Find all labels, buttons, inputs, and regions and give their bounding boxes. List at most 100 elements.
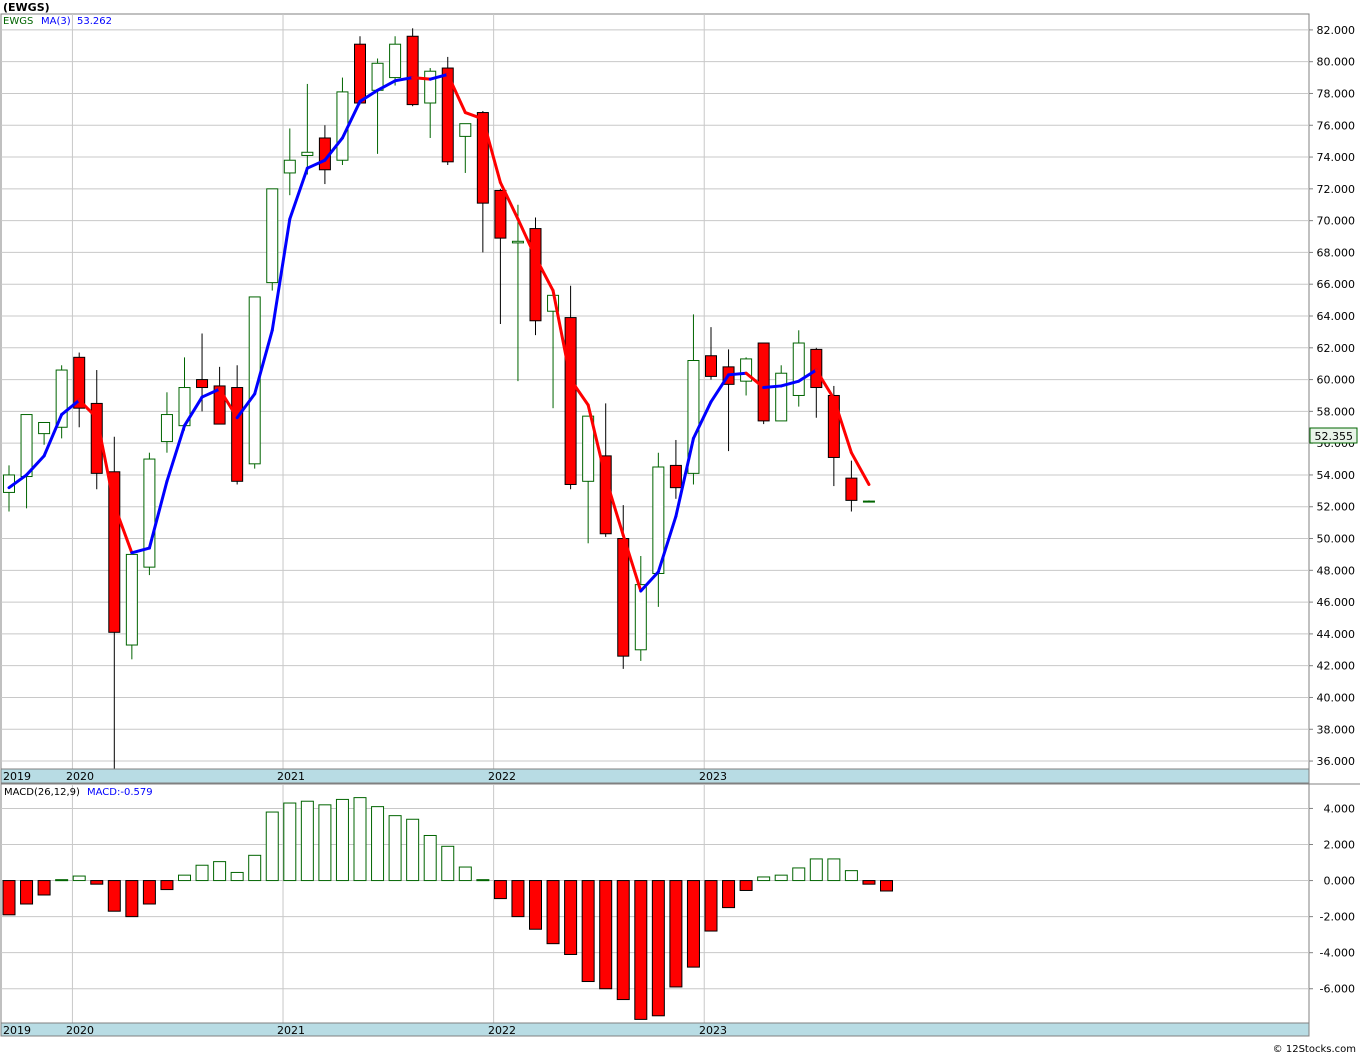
price-y-tick-label: 46.000 (1317, 596, 1356, 609)
macd-bar-positive (318, 804, 332, 882)
macd-bar-negative (546, 880, 560, 945)
price-y-tick-label: 44.000 (1317, 628, 1356, 641)
candle-body-down (529, 228, 542, 322)
candle-body-down (564, 317, 577, 485)
candle-body-down (705, 355, 717, 377)
candle-body-up (143, 458, 156, 568)
macd-bar-positive (213, 861, 227, 882)
price-y-tick-label: 78.000 (1317, 87, 1356, 100)
macd-bar-negative (669, 880, 683, 988)
chart-title: (EWGS) (3, 1, 50, 14)
candle-body-down (757, 342, 770, 422)
macd-bar-positive (335, 798, 349, 882)
macd-legend-label: MACD(26,12,9) (4, 787, 80, 798)
price-time-label: 2019 (3, 770, 31, 783)
price-time-label: 2021 (277, 770, 305, 783)
macd-bar-positive (774, 874, 788, 882)
macd-bar-positive (195, 864, 209, 882)
price-y-tick-label: 80.000 (1317, 56, 1356, 69)
macd-bar-positive (72, 875, 86, 882)
candle-body-up (38, 421, 51, 435)
price-y-tick-label: 74.000 (1317, 151, 1356, 164)
macd-y-tick-label: 4.000 (1324, 802, 1356, 815)
price-y-tick-label: 82.000 (1317, 24, 1356, 37)
macd-bar-negative (599, 880, 613, 990)
candle-body-up (371, 62, 384, 91)
macd-y-tick-label: 2.000 (1324, 839, 1356, 852)
macd-y-tick-label: 0.000 (1324, 875, 1356, 888)
macd-bar-negative (581, 880, 595, 983)
candle-body-up (266, 188, 279, 284)
price-y-tick-label: 42.000 (1317, 660, 1356, 673)
macd-y-tick-label: -4.000 (1320, 947, 1355, 960)
candle-body-up (634, 584, 647, 651)
macd-bar-positive (248, 854, 262, 882)
candle-body-down (476, 112, 489, 204)
macd-bar-negative (704, 880, 718, 932)
symbol-legend: EWGS (3, 16, 33, 27)
candle-body-down (494, 189, 507, 239)
stock-chart: 36.000 38.000 40.000 42.000 44.000 46.000 48.0… (0, 0, 1360, 1056)
price-y-tick-label: 58.000 (1317, 405, 1356, 418)
macd-bar-positive (441, 845, 455, 882)
macd-bar-negative (511, 880, 525, 918)
macd-bar-positive (827, 858, 841, 882)
macd-bar-positive (757, 876, 771, 882)
macd-bar-negative (529, 880, 542, 930)
ma-segment (762, 384, 783, 390)
macd-bar-positive (388, 815, 402, 882)
price-y-tick-label: 50.000 (1317, 533, 1356, 546)
macd-bar-positive (178, 874, 191, 882)
candle-body-down (406, 35, 419, 106)
price-y-tick-label: 52.000 (1317, 501, 1356, 514)
price-y-tick-label: 76.000 (1317, 119, 1356, 132)
ma-legend-value: 53.262 (77, 16, 112, 27)
macd-bar-positive (265, 811, 279, 882)
macd-bar-positive (300, 800, 314, 882)
macd-bar-negative (686, 880, 700, 968)
price-y-tick-label: 54.000 (1317, 469, 1356, 482)
macd-bar-negative (880, 880, 893, 892)
price-time-label: 2020 (66, 770, 94, 783)
macd-bar-negative (20, 880, 34, 905)
candle-body-up (336, 91, 349, 161)
macd-y-tick-label: -2.000 (1320, 911, 1355, 924)
macd-bar-negative (142, 880, 156, 905)
price-y-tick-label: 62.000 (1317, 342, 1356, 355)
macd-bar-positive (230, 871, 244, 882)
watermark: © 12Stocks.com (1273, 1044, 1356, 1055)
macd-bar-negative (37, 880, 51, 896)
macd-bar-positive (371, 806, 385, 882)
candle-body-up (511, 240, 524, 244)
price-y-tick-label: 48.000 (1317, 564, 1356, 577)
candle-body-down (827, 394, 840, 458)
macd-bar-negative (862, 880, 876, 885)
macd-bar-positive (283, 802, 297, 882)
candle-body-down (354, 43, 366, 104)
price-y-tick-label: 40.000 (1317, 691, 1356, 704)
candle-body-down (196, 379, 209, 389)
macd-y-tick-label: -6.000 (1320, 983, 1355, 996)
macd-bar-negative (493, 880, 507, 900)
macd-bar-negative (125, 880, 139, 918)
macd-bar-negative (2, 880, 16, 916)
macd-bar-positive (353, 797, 367, 882)
price-time-axis-band (0, 768, 1310, 784)
candle-body-up (459, 123, 472, 137)
macd-bar-positive (458, 866, 472, 882)
candle-body-down (669, 464, 682, 489)
macd-time-label: 2021 (277, 1024, 305, 1037)
macd-bar-negative (160, 880, 174, 891)
price-y-tick-label: 70.000 (1317, 215, 1356, 228)
macd-bar-positive (406, 818, 420, 882)
candle-body-up (20, 414, 33, 478)
macd-bar-negative (564, 880, 578, 955)
price-time-label: 2022 (488, 770, 516, 783)
candle-body-down (108, 471, 121, 633)
candle-body-up (55, 369, 68, 428)
candle-body-up (862, 500, 875, 503)
macd-bar-negative (90, 880, 104, 885)
macd-legend-value: MACD:-0.579 (87, 787, 153, 798)
ma-legend-label: MA(3) (41, 16, 71, 27)
macd-time-label: 2019 (3, 1024, 31, 1037)
